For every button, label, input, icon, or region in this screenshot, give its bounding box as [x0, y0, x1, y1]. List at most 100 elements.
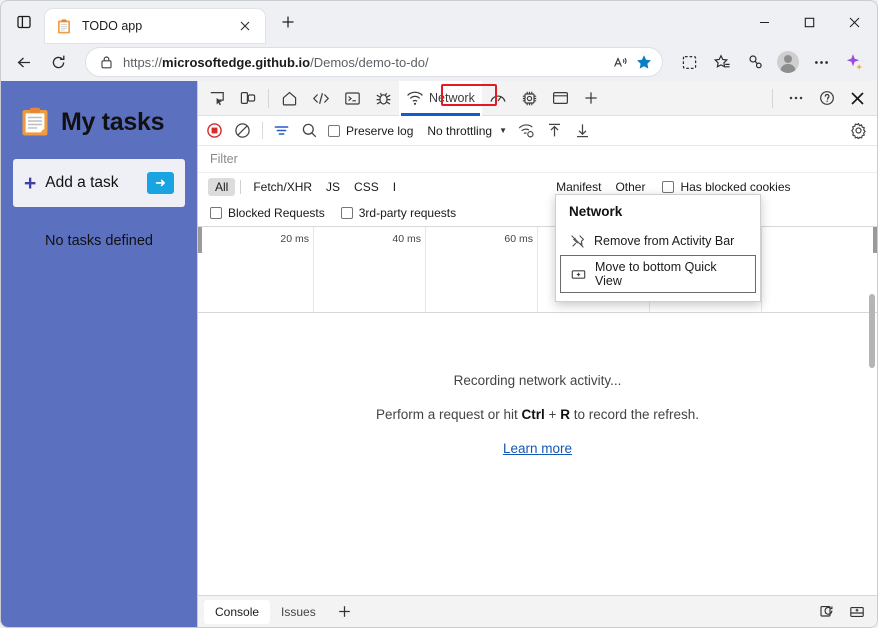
recording-status-text: Recording network activity...: [453, 372, 622, 388]
minimize-button[interactable]: [742, 1, 787, 43]
activity-tab-network-label: Network: [429, 91, 475, 105]
divider: [772, 88, 773, 108]
favorite-star-icon[interactable]: [632, 50, 656, 74]
export-har-icon[interactable]: [569, 118, 596, 143]
back-button[interactable]: [9, 47, 39, 77]
blocked-requests-checkbox[interactable]: Blocked Requests: [210, 206, 325, 220]
devtools-drawer: Console Issues: [198, 595, 877, 627]
timeline-tick-label: 60 ms: [504, 233, 533, 245]
collections-icon[interactable]: [740, 47, 770, 77]
network-conditions-icon[interactable]: [513, 118, 540, 143]
activity-tab-memory[interactable]: [514, 81, 545, 116]
throttling-label: No throttling: [427, 123, 493, 138]
clear-button[interactable]: [229, 118, 256, 143]
devtools-activity-bar: Network: [198, 80, 877, 116]
settings-more-icon[interactable]: [806, 47, 836, 77]
preserve-log-checkbox[interactable]: Preserve log: [328, 124, 413, 138]
submit-task-button[interactable]: ➜: [147, 172, 174, 194]
unpin-icon: [569, 233, 585, 249]
filter-chip-manifest[interactable]: Manifest: [549, 178, 608, 196]
filter-chip-all[interactable]: All: [208, 177, 236, 196]
activity-tab-console[interactable]: [337, 81, 368, 116]
activity-tab-welcome[interactable]: [274, 81, 305, 116]
overview-scrollbar[interactable]: [868, 294, 877, 382]
filter-toggle-button[interactable]: [268, 118, 295, 143]
new-tab-button[interactable]: [273, 7, 303, 37]
copilot-icon[interactable]: [839, 47, 869, 77]
learn-more-link[interactable]: Learn more: [503, 441, 572, 456]
add-task-input[interactable]: Add a task: [45, 174, 147, 192]
filter-chip-js[interactable]: JS: [319, 178, 347, 196]
help-icon[interactable]: [811, 84, 842, 113]
window-icon: [552, 90, 569, 106]
hint-key-r: R: [560, 406, 570, 422]
page-title: My tasks: [61, 107, 165, 136]
filter-input[interactable]: Filter: [210, 152, 238, 166]
filter-chip-img[interactable]: I: [386, 178, 403, 196]
activity-tab-elements[interactable]: [305, 81, 337, 116]
activity-bar-context-menu: Network Remove from Activity Bar Move to…: [555, 194, 761, 302]
filter-chip-fetchxhr[interactable]: Fetch/XHR: [246, 178, 319, 196]
maximize-button[interactable]: [787, 1, 832, 43]
network-icon: [406, 90, 424, 106]
gear-icon[interactable]: [845, 118, 872, 143]
hint-suffix: to record the refresh.: [569, 406, 699, 422]
context-menu-item-move-bottom[interactable]: Move to bottom Quick View: [560, 255, 756, 293]
avatar[interactable]: [773, 47, 803, 77]
filter-chip-css[interactable]: CSS: [347, 178, 386, 196]
throttling-dropdown[interactable]: No throttling ▼: [421, 122, 513, 140]
context-menu-item-remove-label: Remove from Activity Bar: [594, 234, 735, 248]
close-devtools-icon[interactable]: [842, 84, 873, 113]
chevron-down-icon: ▼: [499, 126, 507, 135]
device-emulation-icon[interactable]: [232, 84, 263, 113]
context-menu-item-remove[interactable]: Remove from Activity Bar: [556, 228, 760, 254]
browser-window: TODO app https://microsoftedge.github.io…: [0, 0, 878, 628]
split-screen-icon[interactable]: [674, 47, 704, 77]
network-filter-row[interactable]: Filter: [198, 146, 877, 173]
import-har-icon[interactable]: [541, 118, 568, 143]
timeline-division: 40 ms: [314, 227, 426, 312]
read-aloud-icon[interactable]: [608, 50, 632, 74]
search-icon[interactable]: [296, 118, 323, 143]
activity-tab-performance[interactable]: [482, 81, 514, 116]
add-task-row[interactable]: + Add a task ➜: [13, 159, 185, 207]
drawer-tab-issues[interactable]: Issues: [270, 600, 327, 624]
reload-button[interactable]: [43, 47, 73, 77]
activity-bar-right: [770, 84, 877, 113]
activity-tab-sources[interactable]: [368, 81, 399, 116]
network-timeline-overview[interactable]: 20 ms 40 ms 60 ms 80 ms 100 ms: [198, 226, 877, 313]
third-party-requests-checkbox[interactable]: 3rd-party requests: [340, 206, 457, 220]
hint-plus: +: [544, 406, 561, 422]
third-party-requests-label: 3rd-party requests: [358, 206, 457, 220]
add-tool-button[interactable]: [576, 84, 607, 113]
divider: [240, 179, 242, 194]
favorites-icon[interactable]: [707, 47, 737, 77]
tab-title: TODO app: [82, 19, 143, 33]
drawer-add-tab-button[interactable]: [327, 600, 362, 623]
home-icon: [281, 90, 298, 107]
filter-chip-other[interactable]: Other: [608, 178, 652, 196]
memory-chip-icon: [521, 90, 538, 107]
tab-actions-icon[interactable]: [9, 7, 39, 37]
todo-app-page: My tasks + Add a task ➜ No tasks defined: [1, 81, 197, 627]
navigation-bar: https://microsoftedge.github.io/Demos/de…: [1, 43, 877, 81]
code-icon: [312, 90, 330, 107]
devtools-more-icon[interactable]: [780, 84, 811, 113]
inspect-element-icon[interactable]: [201, 84, 232, 113]
context-menu-item-move-bottom-label: Move to bottom Quick View: [595, 260, 717, 288]
browser-tab[interactable]: TODO app: [45, 9, 265, 43]
timeline-right-grip[interactable]: [873, 227, 877, 253]
network-toolbar: Preserve log No throttling ▼: [198, 116, 877, 146]
tab-strip: TODO app: [1, 1, 877, 43]
drawer-tab-console[interactable]: Console: [204, 599, 271, 624]
close-icon[interactable]: [235, 16, 255, 36]
address-bar[interactable]: https://microsoftedge.github.io/Demos/de…: [85, 47, 663, 77]
record-button[interactable]: [201, 118, 228, 143]
restore-drawer-icon[interactable]: [813, 599, 840, 624]
close-window-button[interactable]: [832, 1, 877, 43]
dock-drawer-icon[interactable]: [843, 599, 870, 624]
page-area: My tasks + Add a task ➜ No tasks defined: [1, 80, 877, 627]
activity-tab-application[interactable]: [545, 81, 576, 116]
has-blocked-cookies-checkbox[interactable]: Has blocked cookies: [662, 180, 791, 194]
activity-tab-network[interactable]: Network: [399, 80, 482, 116]
